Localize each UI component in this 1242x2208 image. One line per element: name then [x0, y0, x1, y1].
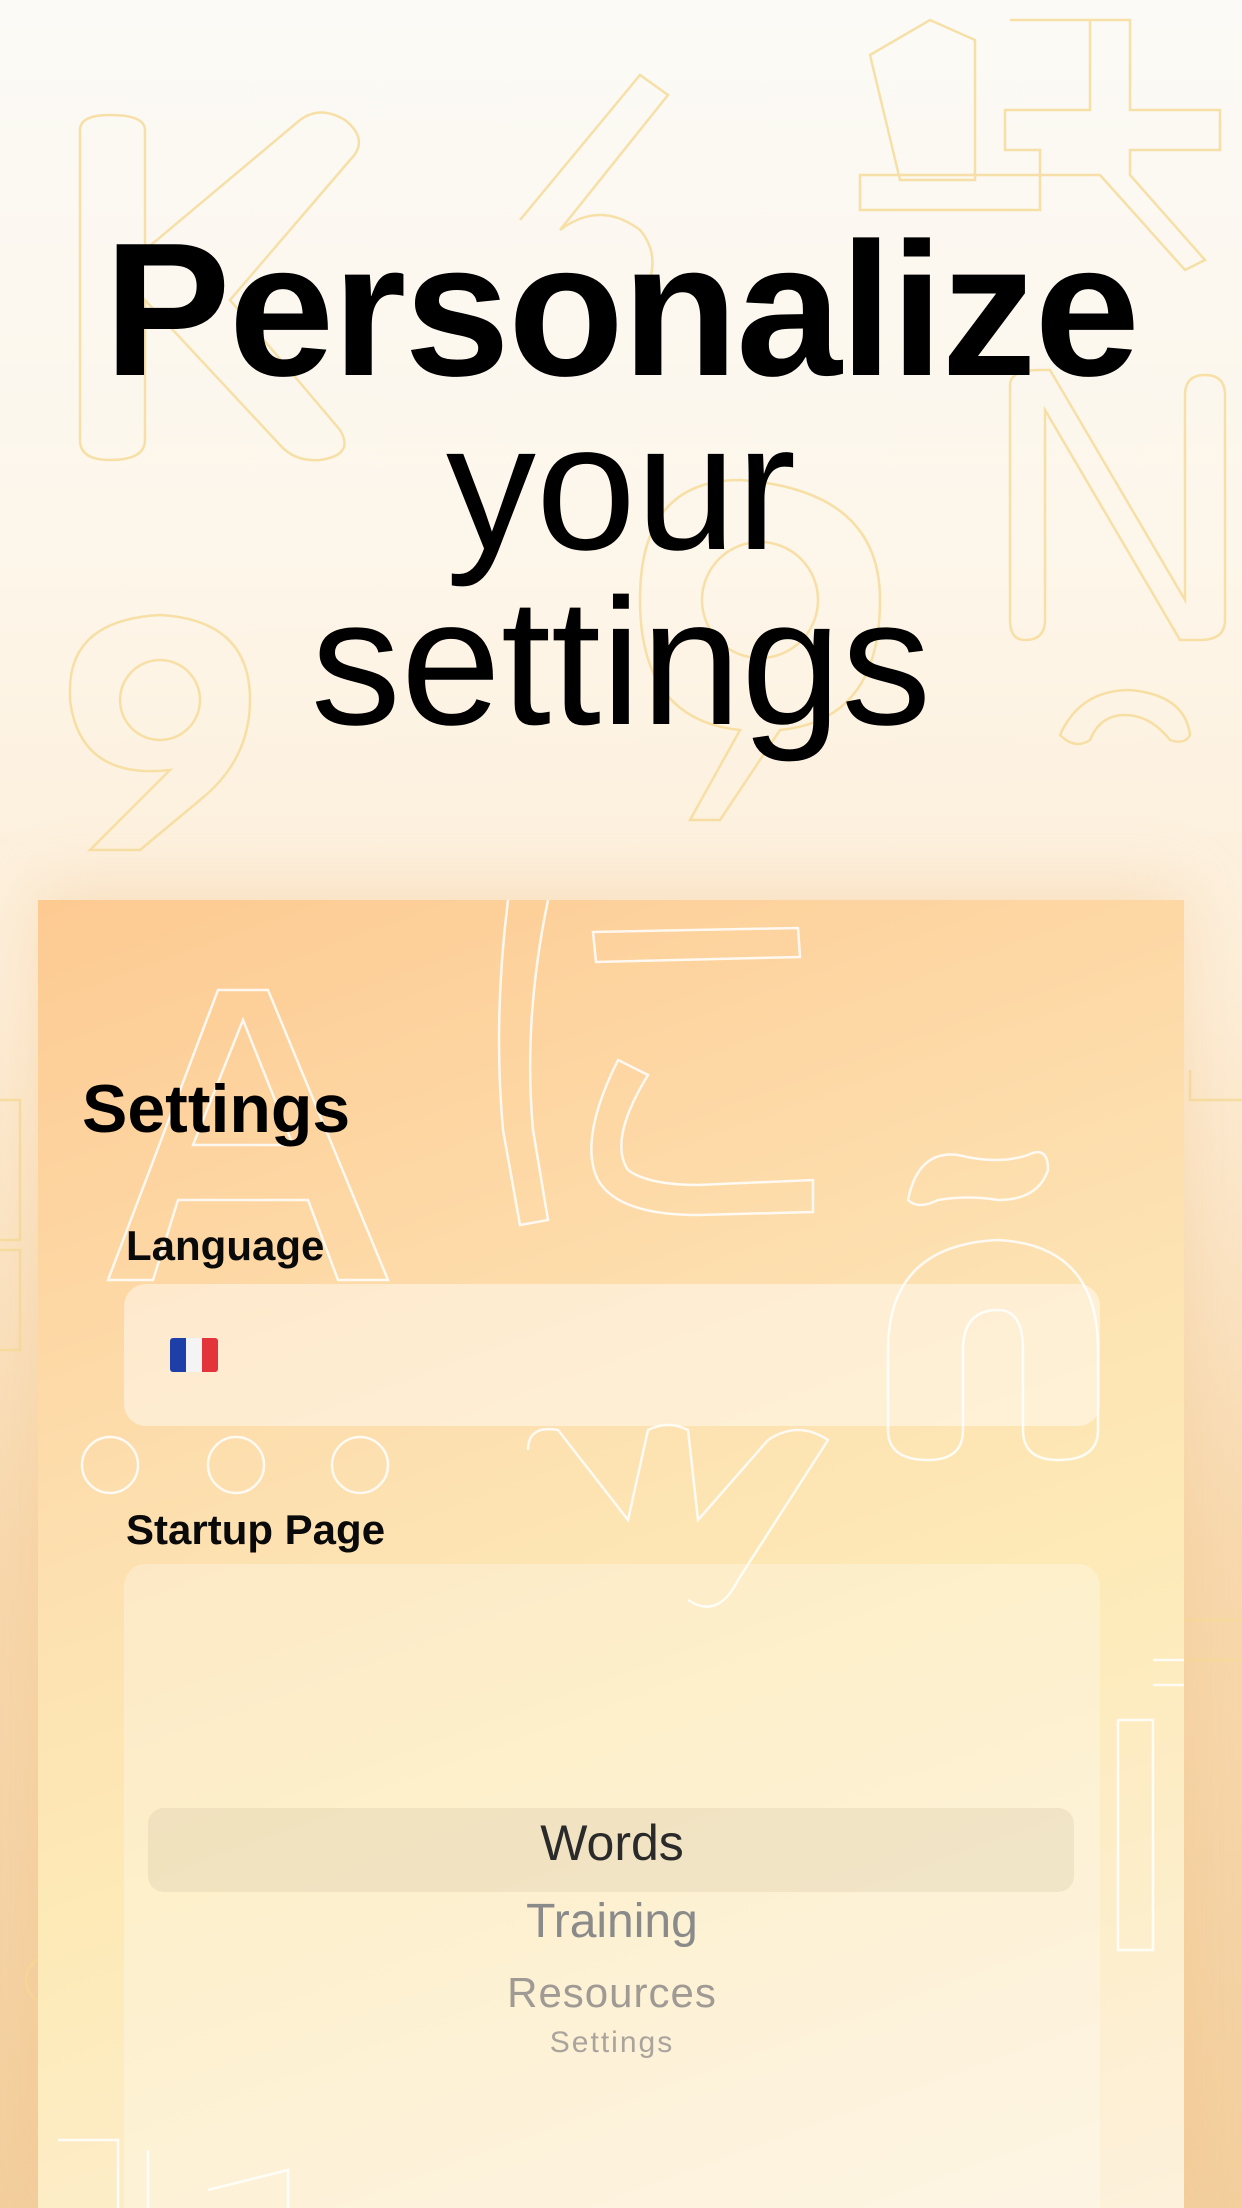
settings-title: Settings — [82, 1071, 351, 1147]
hero-headline: Personalize your settings — [0, 204, 1242, 763]
headline-line-3: settings — [310, 562, 932, 763]
picker-option-words[interactable]: Words — [124, 1814, 1100, 1872]
settings-screen-preview: Settings Language Startup Page Words Tra… — [38, 900, 1184, 2208]
picker-option-resources[interactable]: Resources — [124, 1969, 1100, 2017]
startup-page-label: Startup Page — [126, 1506, 386, 1553]
picker-option-settings[interactable]: Settings — [124, 2026, 1100, 2060]
headline-line-2: your — [445, 387, 797, 588]
picker-option-training[interactable]: Training — [124, 1894, 1100, 1949]
headline-line-1: Personalize — [103, 204, 1140, 416]
france-flag-icon — [170, 1338, 218, 1372]
language-selector[interactable] — [124, 1284, 1100, 1426]
startup-page-picker[interactable]: Words Training Resources Settings — [124, 1564, 1100, 2208]
language-label: Language — [126, 1222, 325, 1269]
